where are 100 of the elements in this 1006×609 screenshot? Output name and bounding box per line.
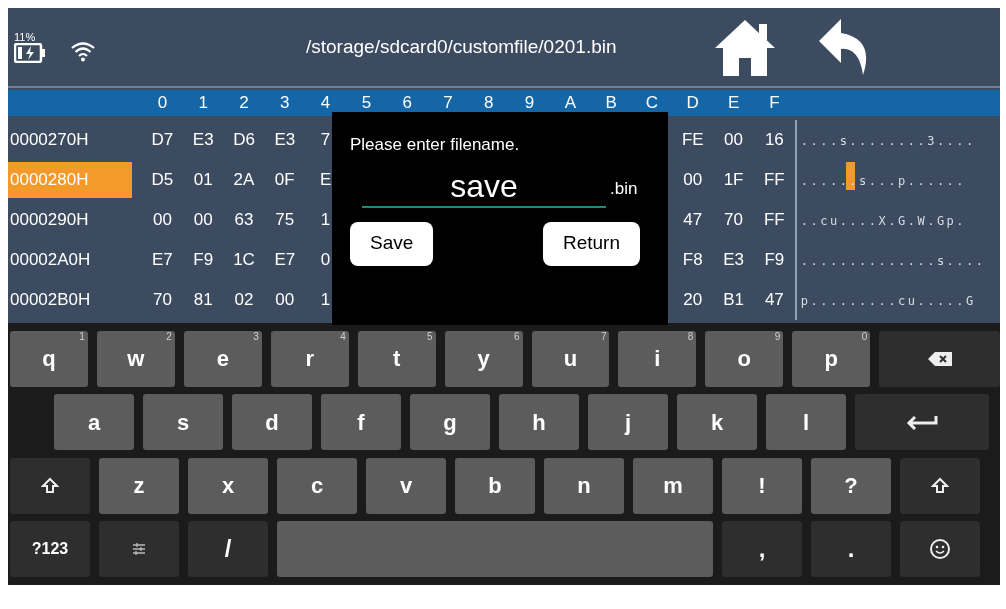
- hex-byte: 75: [275, 209, 295, 232]
- keyboard-key[interactable]: t 5: [357, 330, 436, 387]
- keyboard-key[interactable]: d: [232, 394, 312, 451]
- hex-byte: E3: [274, 129, 296, 152]
- key-hint: 1: [79, 330, 85, 342]
- key-hint: 3: [253, 330, 259, 342]
- file-path-title: /storage/sdcard0/customfile/0201.bin: [306, 34, 617, 59]
- key-hint: 2: [166, 330, 172, 342]
- hex-byte: 1: [320, 209, 331, 232]
- keyboard-key[interactable]: f: [321, 394, 401, 451]
- hex-byte: 47: [683, 209, 703, 232]
- column-header: 1: [197, 92, 209, 115]
- shift-key[interactable]: [900, 457, 980, 514]
- keyboard-key[interactable]: k: [677, 394, 757, 451]
- keyboard-key[interactable]: l: [766, 394, 846, 451]
- hex-byte: D7: [151, 129, 174, 152]
- column-header: 2: [238, 92, 250, 115]
- keyboard-key[interactable]: y 6: [444, 330, 523, 387]
- backspace-icon: [927, 351, 952, 366]
- hex-byte: 00: [152, 209, 172, 232]
- hex-byte: F9: [193, 249, 214, 272]
- keyboard-key[interactable]: g: [410, 394, 490, 451]
- column-header: C: [644, 92, 660, 115]
- keyboard-key[interactable]: b: [455, 457, 535, 514]
- wifi-icon: [70, 40, 96, 62]
- keyboard-key[interactable]: ?: [811, 457, 891, 514]
- hex-byte: 47: [764, 289, 784, 312]
- keyboard-key[interactable]: /: [188, 521, 268, 578]
- backspace-key[interactable]: [879, 330, 1000, 387]
- ascii-text: ....s........3....: [800, 134, 976, 148]
- hex-byte: FF: [763, 209, 785, 232]
- column-header: 7: [442, 92, 454, 115]
- column-header: A: [563, 92, 578, 115]
- address-cell[interactable]: 00002B0H: [8, 282, 132, 318]
- keyboard-key[interactable]: i 8: [618, 330, 697, 387]
- hex-byte: D5: [151, 169, 174, 192]
- shift-key[interactable]: [10, 457, 90, 514]
- enter-key[interactable]: [855, 394, 989, 451]
- keyboard-key[interactable]: u 7: [531, 330, 610, 387]
- hex-byte: E: [319, 169, 332, 192]
- hex-byte: 00: [683, 169, 703, 192]
- emoji-key[interactable]: [900, 521, 980, 578]
- keyboard-key[interactable]: a: [54, 394, 134, 451]
- keyboard-key[interactable]: !: [722, 457, 802, 514]
- hex-byte: 2A: [233, 169, 255, 192]
- address-cell[interactable]: 00002A0H: [8, 242, 132, 278]
- hex-byte: E3: [723, 249, 744, 272]
- column-header: 4: [319, 92, 332, 115]
- keyboard-key[interactable]: w 2: [96, 330, 175, 387]
- ascii-text: ..cu....X.G.W.Gp.: [800, 214, 967, 228]
- hex-byte: 16: [764, 129, 784, 152]
- keyboard-key[interactable]: z: [99, 457, 179, 514]
- column-header: 8: [483, 92, 495, 115]
- keyboard-key[interactable]: x: [188, 457, 268, 514]
- dialog-button[interactable]: Save: [350, 221, 434, 266]
- keyboard-key[interactable]: ,: [722, 521, 802, 578]
- dialog-prompt: Please enter filename.: [350, 134, 521, 156]
- hex-byte: E3: [192, 129, 214, 152]
- keyboard-key[interactable]: m: [633, 457, 713, 514]
- keyboard-key[interactable]: o 9: [705, 330, 784, 387]
- battery-percent: 11%: [14, 31, 36, 43]
- enter-icon: [906, 414, 938, 431]
- key-hint: 9: [774, 330, 781, 342]
- column-header: B: [604, 92, 618, 115]
- hex-byte: F9: [764, 249, 785, 272]
- keyboard-key[interactable]: .: [811, 521, 891, 578]
- column-header: F: [768, 92, 781, 115]
- keyboard-key[interactable]: s: [143, 394, 223, 451]
- hex-byte: E7: [274, 249, 296, 272]
- address-cell[interactable]: 0000290H: [8, 202, 132, 238]
- keyboard-key[interactable]: n: [544, 457, 624, 514]
- key-hint: 7: [600, 330, 607, 342]
- hex-byte: 7: [320, 129, 331, 152]
- key-hint: 8: [687, 330, 694, 342]
- dialog-button[interactable]: Return: [542, 221, 640, 266]
- address-cell[interactable]: 0000270H: [8, 122, 132, 158]
- hex-byte: FF: [763, 169, 785, 192]
- hex-byte: 20: [683, 289, 703, 312]
- shift-icon: [41, 476, 59, 495]
- keyboard-key[interactable]: r 4: [270, 330, 349, 387]
- keyboard-key[interactable]: p 0: [792, 330, 871, 387]
- hex-byte: D6: [233, 129, 255, 152]
- keyboard-key[interactable]: h: [499, 394, 579, 451]
- keyboard-key[interactable]: ?123: [10, 521, 90, 578]
- battery-charging-icon: [14, 42, 46, 63]
- file-extension: .bin: [610, 178, 638, 200]
- hex-byte: 81: [193, 289, 213, 312]
- column-header: 3: [279, 92, 291, 115]
- hex-byte: 02: [234, 289, 254, 312]
- hex-byte: 1F: [723, 169, 744, 192]
- keyboard-key[interactable]: c: [277, 457, 357, 514]
- hex-byte: 00: [724, 129, 743, 152]
- column-header: 0: [156, 92, 169, 115]
- keyboard-key[interactable]: v: [366, 457, 446, 514]
- keyboard-key[interactable]: q 1: [10, 330, 88, 387]
- keyboard-key[interactable]: e 3: [183, 330, 262, 387]
- column-header: 5: [360, 92, 373, 115]
- key-hint: 0: [861, 330, 868, 342]
- filename-field[interactable]: save: [362, 163, 606, 208]
- keyboard-key[interactable]: j: [588, 394, 668, 451]
